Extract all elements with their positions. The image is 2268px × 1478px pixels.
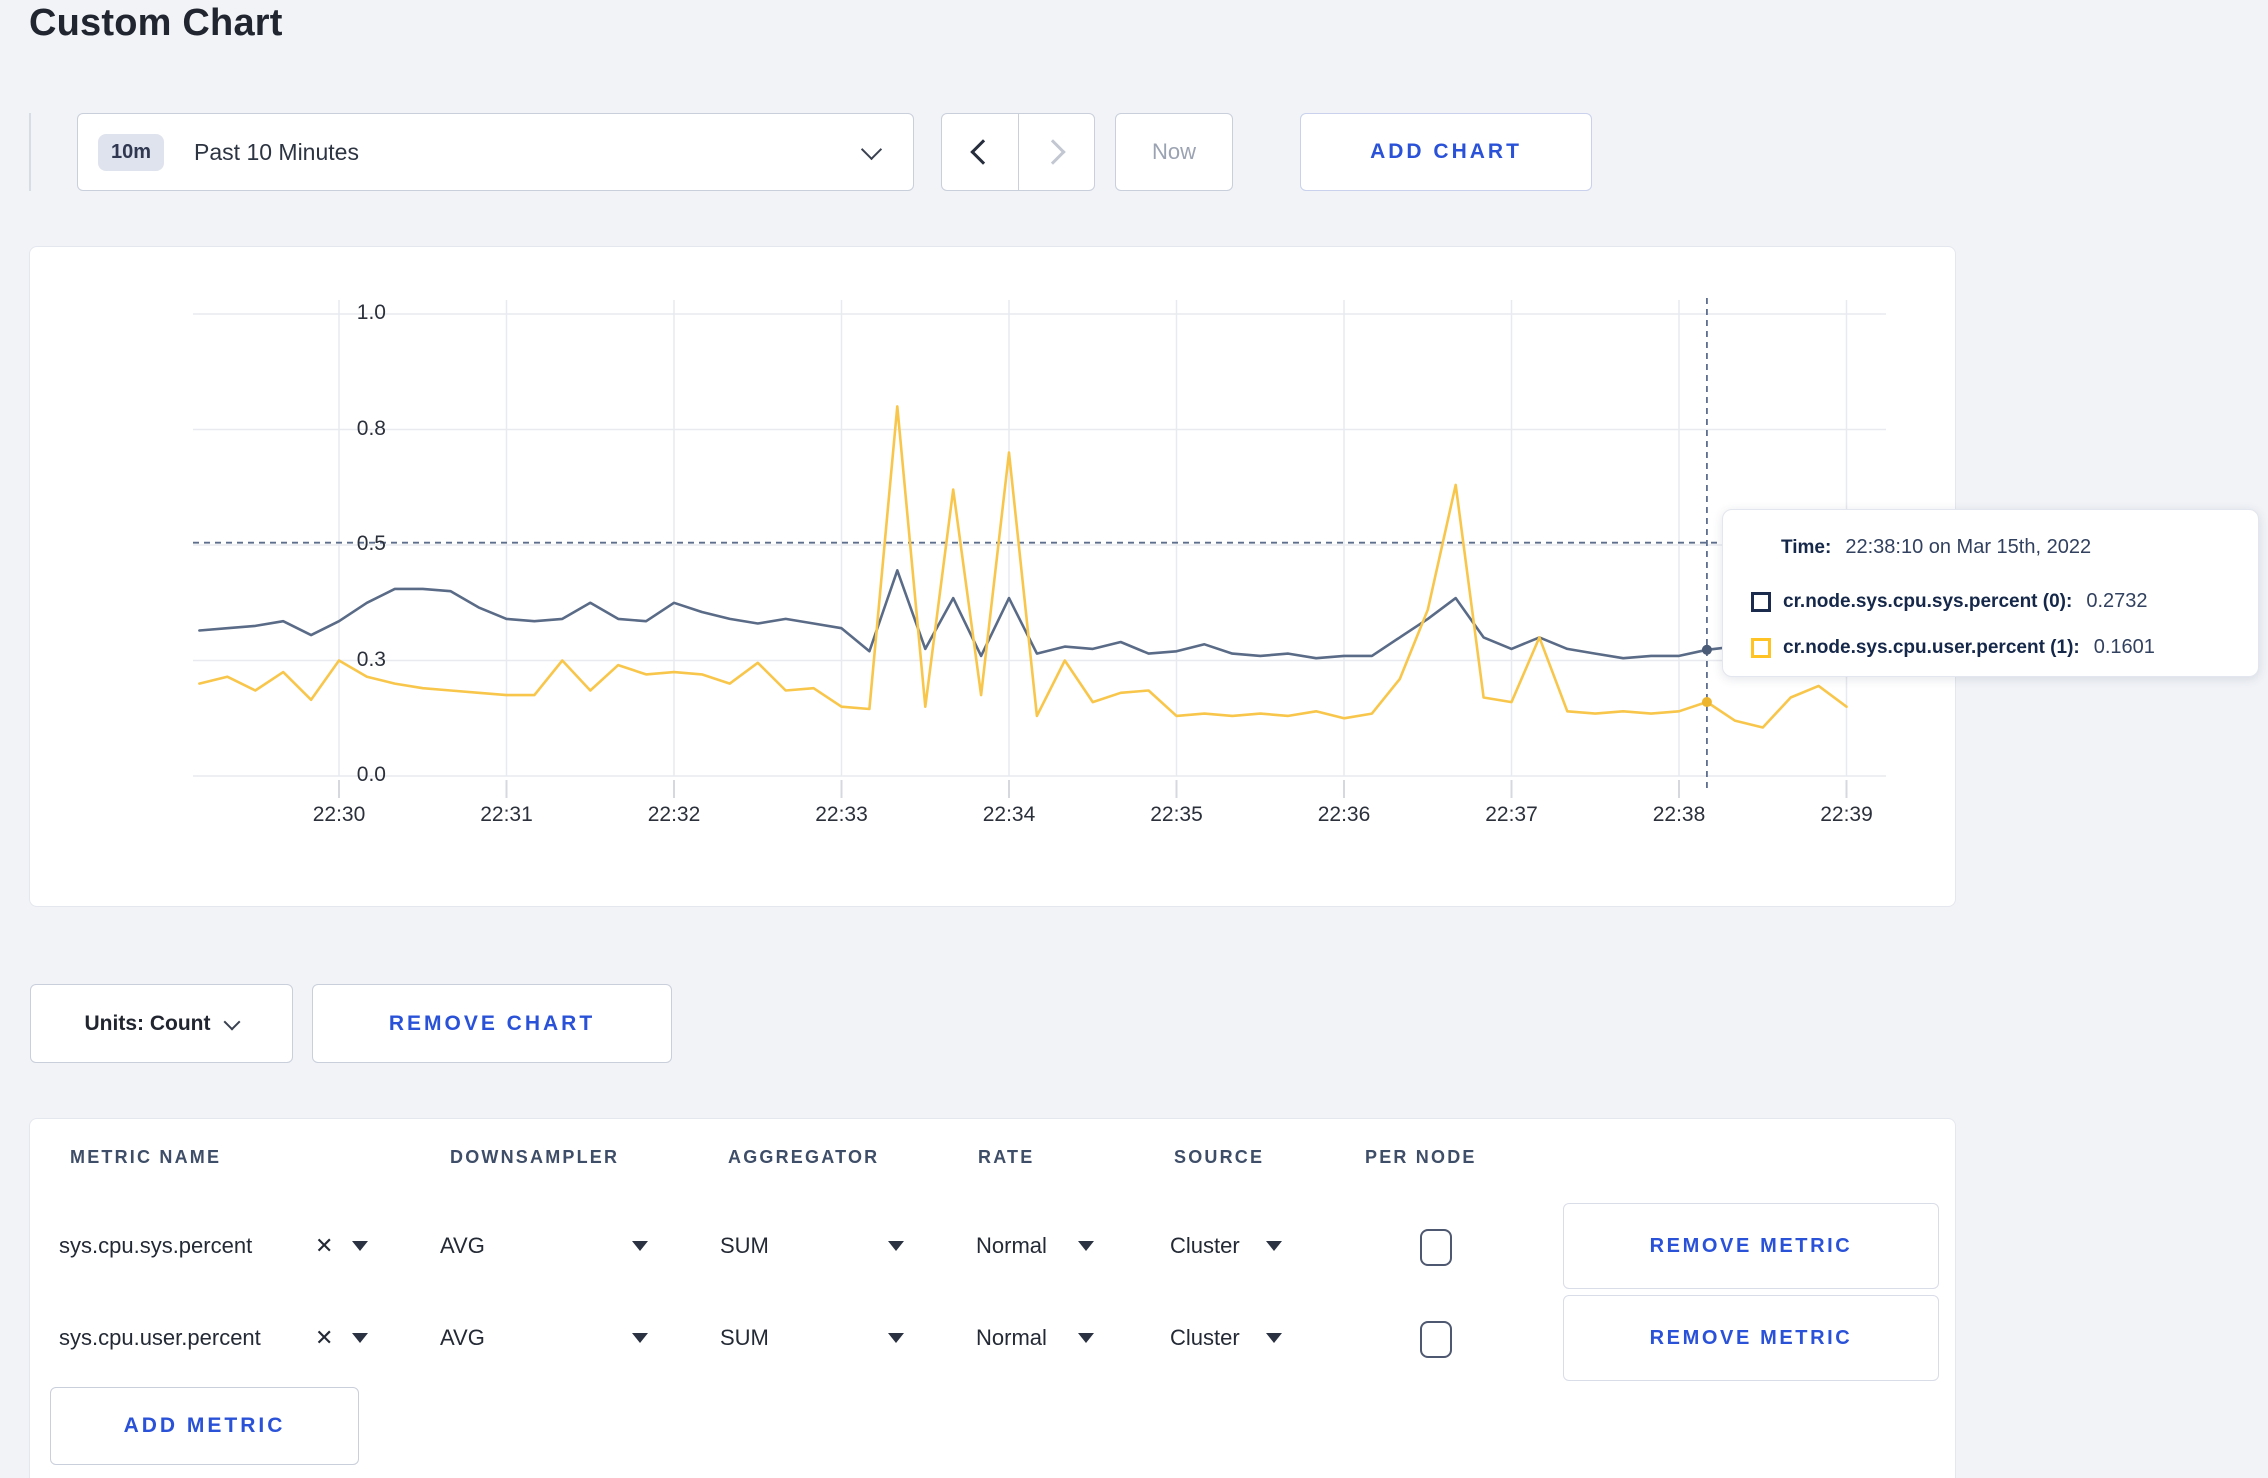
clear-metric-icon[interactable]: ✕: [315, 1325, 333, 1351]
dropdown-caret-icon: [1078, 1241, 1094, 1251]
chart-tooltip: Time: 22:38:10 on Mar 15th, 2022 cr.node.…: [1722, 509, 2259, 677]
units-label: Units: Count: [84, 1011, 211, 1035]
add-chart-label: ADD CHART: [1370, 140, 1522, 163]
remove-metric-label: REMOVE METRIC: [1649, 1326, 1853, 1349]
column-header-per-node: PER NODE: [1365, 1147, 1477, 1167]
y-axis-tick-label: 0.0: [356, 763, 386, 786]
metrics-table: METRIC NAME DOWNSAMPLER AGGREGATOR RATE …: [29, 1118, 1956, 1478]
downsampler-caret: [632, 1333, 648, 1343]
add-chart-button[interactable]: ADD CHART: [1300, 113, 1592, 191]
metric-row: sys.cpu.user.percent ✕ AVG SUM Normal Cl…: [30, 1292, 1955, 1384]
chevron-right-icon: [1040, 139, 1066, 165]
time-range-label: Past 10 Minutes: [194, 138, 359, 165]
remove-metric-button[interactable]: REMOVE METRIC: [1563, 1295, 1939, 1381]
y-axis-tick-label: 0.5: [356, 532, 386, 555]
rate-select[interactable]: Normal: [976, 1233, 1047, 1259]
time-range-badge: 10m: [98, 133, 165, 171]
aggregator-caret: [888, 1333, 904, 1343]
x-axis-tick-label: 22:38: [1652, 803, 1706, 826]
page-title: Custom Chart: [29, 2, 283, 44]
tooltip-series-value: 0.1601: [2093, 636, 2155, 658]
column-header-metric-name: METRIC NAME: [70, 1147, 222, 1167]
tooltip-series-label: cr.node.sys.cpu.user.percent (1):: [1783, 636, 2080, 658]
dropdown-caret-icon: [888, 1241, 904, 1251]
aggregator-select[interactable]: SUM: [720, 1325, 769, 1351]
time-next-button[interactable]: [1017, 114, 1095, 190]
time-nav-group: [941, 113, 1095, 191]
chevron-down-icon: [223, 1013, 241, 1030]
chevron-left-icon: [970, 139, 996, 165]
dropdown-caret-icon: [352, 1241, 368, 1251]
dropdown-caret-icon: [632, 1241, 648, 1251]
aggregator-select[interactable]: SUM: [720, 1233, 769, 1259]
column-header-rate: RATE: [978, 1147, 1035, 1167]
add-metric-label: ADD METRIC: [123, 1414, 286, 1437]
x-axis-tick-label: 22:37: [1485, 803, 1538, 826]
tooltip-series-row: cr.node.sys.cpu.user.percent (1): 0.1601: [1751, 636, 2155, 659]
tooltip-series-label: cr.node.sys.cpu.sys.percent (0):: [1783, 590, 2073, 612]
source-select[interactable]: Cluster: [1170, 1325, 1240, 1351]
column-header-aggregator: AGGREGATOR: [728, 1147, 880, 1167]
metric-name-caret: [352, 1241, 368, 1251]
column-header-downsampler: DOWNSAMPLER: [450, 1147, 620, 1167]
dropdown-caret-icon: [1078, 1333, 1094, 1343]
remove-metric-label: REMOVE METRIC: [1649, 1234, 1853, 1257]
remove-chart-button[interactable]: REMOVE CHART: [312, 984, 672, 1063]
x-axis-tick-label: 22:39: [1820, 803, 1873, 826]
rate-caret: [1078, 1333, 1094, 1343]
units-dropdown[interactable]: Units: Count: [30, 984, 293, 1063]
x-axis-tick-label: 22:31: [480, 803, 533, 826]
toolbar-left-divider: [29, 113, 31, 191]
source-caret: [1266, 1333, 1282, 1343]
tooltip-time-value: 22:38:10 on Mar 15th, 2022: [1845, 536, 2092, 558]
metric-name-value[interactable]: sys.cpu.user.percent: [59, 1325, 261, 1351]
per-node-checkbox[interactable]: [1420, 1229, 1452, 1266]
tooltip-time-label: Time:: [1781, 537, 1832, 558]
y-axis-tick-label: 0.3: [356, 647, 386, 671]
clear-metric-icon[interactable]: ✕: [315, 1233, 333, 1259]
dropdown-caret-icon: [1266, 1241, 1282, 1251]
tooltip-time: Time: 22:38:10 on Mar 15th, 2022: [1781, 536, 2091, 559]
chevron-down-icon: [860, 138, 883, 161]
downsampler-select[interactable]: AVG: [440, 1233, 485, 1259]
metric-row: sys.cpu.sys.percent ✕ AVG SUM Normal Clu…: [30, 1200, 1955, 1292]
y-axis-tick-label: 0.8: [356, 416, 386, 440]
now-button[interactable]: Now: [1115, 113, 1233, 191]
source-select[interactable]: Cluster: [1170, 1233, 1240, 1259]
remove-chart-label: REMOVE CHART: [388, 1011, 596, 1035]
remove-metric-button[interactable]: REMOVE METRIC: [1563, 1203, 1939, 1289]
chart-card: 1.0 0.8 0.5 0.3 0.0 22:30 22:31 22:32 22:33 22:3…: [29, 246, 1956, 907]
rate-select[interactable]: Normal: [976, 1325, 1047, 1351]
metric-name-caret: [352, 1333, 368, 1343]
dropdown-caret-icon: [632, 1333, 648, 1343]
x-axis-tick-label: 22:34: [982, 803, 1036, 826]
tooltip-series-row: cr.node.sys.cpu.sys.percent (0): 0.2732: [1751, 590, 2148, 613]
custom-chart-page: Custom Chart 10m Past 10 Minutes Now ADD…: [0, 0, 2268, 1478]
dropdown-caret-icon: [1266, 1333, 1282, 1343]
series-swatch-icon: [1751, 591, 1771, 612]
dropdown-caret-icon: [352, 1333, 368, 1343]
x-axis-tick-label: 22:32: [647, 803, 701, 826]
per-node-checkbox[interactable]: [1420, 1321, 1452, 1358]
x-axis-tick-label: 22:30: [312, 803, 366, 826]
source-caret: [1266, 1241, 1282, 1251]
column-header-source: SOURCE: [1174, 1147, 1265, 1167]
tooltip-series-value: 0.2732: [2086, 590, 2148, 612]
x-axis-tick-label: 22:33: [815, 803, 868, 826]
y-axis-tick-label: 1.0: [356, 301, 386, 324]
aggregator-caret: [888, 1241, 904, 1251]
time-prev-button[interactable]: [942, 114, 1018, 190]
rate-caret: [1078, 1241, 1094, 1251]
dropdown-caret-icon: [888, 1333, 904, 1343]
series-swatch-icon: [1751, 637, 1771, 658]
x-axis-tick-label: 22:36: [1317, 803, 1371, 826]
downsampler-caret: [632, 1241, 648, 1251]
x-axis-tick-label: 22:35: [1150, 803, 1203, 826]
time-range-dropdown[interactable]: 10m Past 10 Minutes: [77, 113, 914, 191]
downsampler-select[interactable]: AVG: [440, 1325, 485, 1351]
metric-name-value[interactable]: sys.cpu.sys.percent: [59, 1233, 252, 1259]
add-metric-button[interactable]: ADD METRIC: [50, 1387, 359, 1465]
